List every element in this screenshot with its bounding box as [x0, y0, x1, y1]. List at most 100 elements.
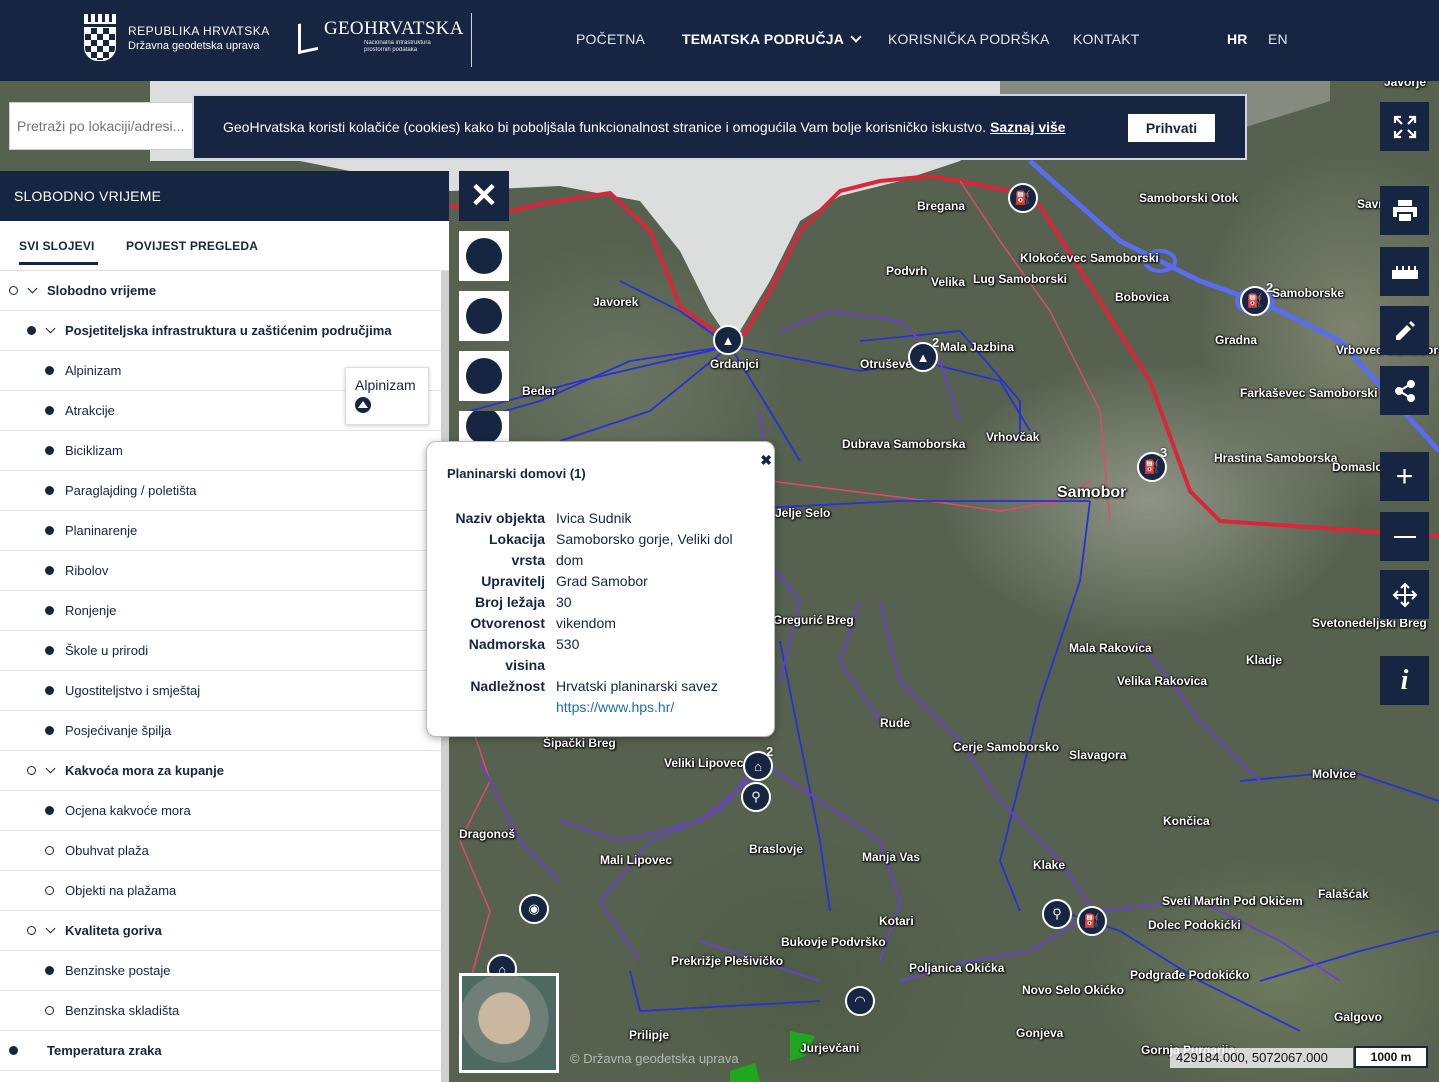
layer-visibility-toggle[interactable] [9, 286, 18, 295]
tab-povijest-pregleda[interactable]: POVIJEST PREGLEDA [126, 239, 258, 253]
draw-button[interactable] [1380, 306, 1429, 355]
layer-group-row[interactable]: Posjetiteljska infrastruktura u zaštićen… [0, 311, 441, 351]
layer-group-row[interactable]: Temperatura zraka [0, 1031, 441, 1071]
layer-visibility-toggle[interactable] [45, 806, 54, 815]
paragliding-marker-icon[interactable]: ◠ [845, 986, 875, 1016]
basemap-switcher[interactable] [459, 973, 559, 1073]
hiking-marker-icon[interactable]: ▲ [713, 325, 743, 355]
lang-en[interactable]: EN [1268, 31, 1288, 47]
layer-label: Obuhvat plaža [65, 843, 149, 858]
popup-title: Planinarski domovi (1) [447, 466, 586, 481]
category-nature-button[interactable] [459, 231, 509, 281]
map-label: Grdanjci [710, 357, 759, 371]
popup-field-value: 30 [556, 594, 572, 610]
cookie-more-link[interactable]: Saznaj više [990, 119, 1066, 135]
layer-visibility-toggle[interactable] [45, 726, 54, 735]
layer-label: Benzinska skladišta [65, 1003, 180, 1018]
nav-pocetna[interactable]: POČETNA [576, 31, 645, 47]
layer-row[interactable]: Benzinska skladišta [0, 991, 441, 1031]
layer-visibility-toggle[interactable] [45, 606, 54, 615]
chevron-down-icon[interactable] [27, 283, 38, 294]
chevron-down-icon[interactable] [45, 923, 56, 934]
map-label: Kladje [1246, 653, 1283, 667]
layer-visibility-toggle[interactable] [45, 686, 54, 695]
layer-row[interactable]: Planinarenje [0, 511, 441, 551]
map-label: Jelje Selo [775, 506, 831, 520]
map-label: Javorje [1384, 81, 1427, 89]
chevron-down-icon[interactable] [45, 323, 56, 334]
map-label: Braslovje [749, 842, 804, 856]
layer-label: Kakvoća mora za kupanje [65, 763, 224, 778]
geohrvatska-logo[interactable]: GEOHRVATSKA Nacionalna infrastruktura pr… [298, 18, 464, 55]
category-fields-button[interactable] [459, 291, 509, 341]
layer-row[interactable]: Objekti na plažama [0, 871, 441, 911]
share-button[interactable] [1380, 366, 1429, 415]
drzavna-geodetska-uprava-logo[interactable]: REPUBLIKA HRVATSKA Državna geodetska upr… [80, 14, 270, 62]
layer-row[interactable]: Škole u prirodi [0, 631, 441, 671]
layer-row[interactable]: Ronjenje [0, 591, 441, 631]
layer-row[interactable]: Ocjena kakvoće mora [0, 791, 441, 831]
layer-visibility-toggle[interactable] [45, 846, 54, 855]
bike-marker-icon[interactable]: ⚲ [741, 782, 771, 812]
layer-row[interactable]: Ugostiteljstvo i smještaj [0, 671, 441, 711]
layer-row[interactable]: Posjećivanje špilja [0, 711, 441, 751]
layer-visibility-toggle[interactable] [45, 646, 54, 655]
layer-visibility-toggle[interactable] [45, 366, 54, 375]
layer-visibility-toggle[interactable] [45, 486, 54, 495]
sidebar-title: SLOBODNO VRIJEME [0, 171, 449, 221]
popup-close-icon[interactable]: ✖ [760, 452, 772, 469]
nav-kontakt[interactable]: KONTAKT [1073, 31, 1139, 47]
fuel-marker-icon[interactable]: ⛽ [1008, 183, 1038, 213]
photo-marker-icon[interactable]: ◉ [519, 894, 549, 924]
layer-visibility-toggle[interactable] [27, 926, 36, 935]
share-icon [1394, 379, 1415, 402]
layer-row[interactable]: Biciklizam [0, 431, 441, 471]
layer-visibility-toggle[interactable] [45, 526, 54, 535]
map-label: Končica [1163, 814, 1210, 828]
layer-row[interactable]: Benzinske postaje [0, 951, 441, 991]
lang-hr[interactable]: HR [1227, 31, 1248, 47]
layer-group-row[interactable]: Kakvoća mora za kupanje [0, 751, 441, 791]
measure-button[interactable] [1380, 247, 1429, 296]
fullscreen-button[interactable] [1380, 102, 1429, 151]
marker-count: 3 [1160, 445, 1168, 460]
layer-row[interactable]: Paraglajding / poletišta [0, 471, 441, 511]
print-button[interactable] [1380, 186, 1429, 235]
layer-tooltip: Alpinizam [345, 367, 429, 425]
layer-group-row[interactable]: Slobodno vrijeme [0, 271, 441, 311]
layer-label: Alpinizam [65, 363, 122, 378]
zoom-in-button[interactable]: + [1380, 452, 1429, 501]
zoom-out-button[interactable] [1380, 512, 1429, 561]
layer-visibility-toggle[interactable] [45, 566, 54, 575]
nav-korisnicka-podrska[interactable]: KORISNIČKA PODRŠKA [888, 31, 1050, 47]
layer-row[interactable]: Ribolov [0, 551, 441, 591]
layer-visibility-toggle[interactable] [45, 966, 54, 975]
layer-visibility-toggle[interactable] [27, 766, 36, 775]
info-button[interactable]: i [1380, 656, 1429, 705]
category-leisure-button[interactable] [459, 411, 509, 441]
tab-svi-slojevi[interactable]: SVI SLOJEVI [19, 239, 98, 265]
popup-field-link[interactable]: https://www.hps.hr/ [556, 697, 674, 718]
map-label: Bregana [917, 199, 966, 213]
layer-visibility-toggle[interactable] [45, 406, 54, 415]
nav-tematska-podrucja[interactable]: TEMATSKA PODRUČJA [682, 31, 862, 47]
bike-marker-icon[interactable]: ⚲ [1042, 899, 1072, 929]
category-people-button[interactable] [459, 351, 509, 401]
map-label: Mala Jazbina [940, 340, 1015, 354]
map-label: Samoborski Otok [1139, 191, 1239, 205]
search-input[interactable] [10, 103, 190, 149]
close-categories-button[interactable]: ✕ [459, 171, 509, 221]
layer-visibility-toggle[interactable] [45, 1006, 54, 1015]
layer-visibility-toggle[interactable] [45, 446, 54, 455]
layer-group-row[interactable]: Kvaliteta goriva [0, 911, 441, 951]
layer-visibility-toggle[interactable] [45, 886, 54, 895]
fuel-marker-icon[interactable]: ⛽ [1077, 906, 1107, 936]
layer-row[interactable]: Obuhvat plaža [0, 831, 441, 871]
cookie-accept-button[interactable]: Prihvati [1128, 114, 1215, 142]
nav-tematska-label: TEMATSKA PODRUČJA [682, 31, 845, 47]
chevron-down-icon[interactable] [45, 763, 56, 774]
map-label: Slavagora [1069, 748, 1127, 762]
layer-visibility-toggle[interactable] [9, 1046, 18, 1055]
layer-visibility-toggle[interactable] [27, 326, 36, 335]
pan-button[interactable] [1380, 570, 1429, 619]
